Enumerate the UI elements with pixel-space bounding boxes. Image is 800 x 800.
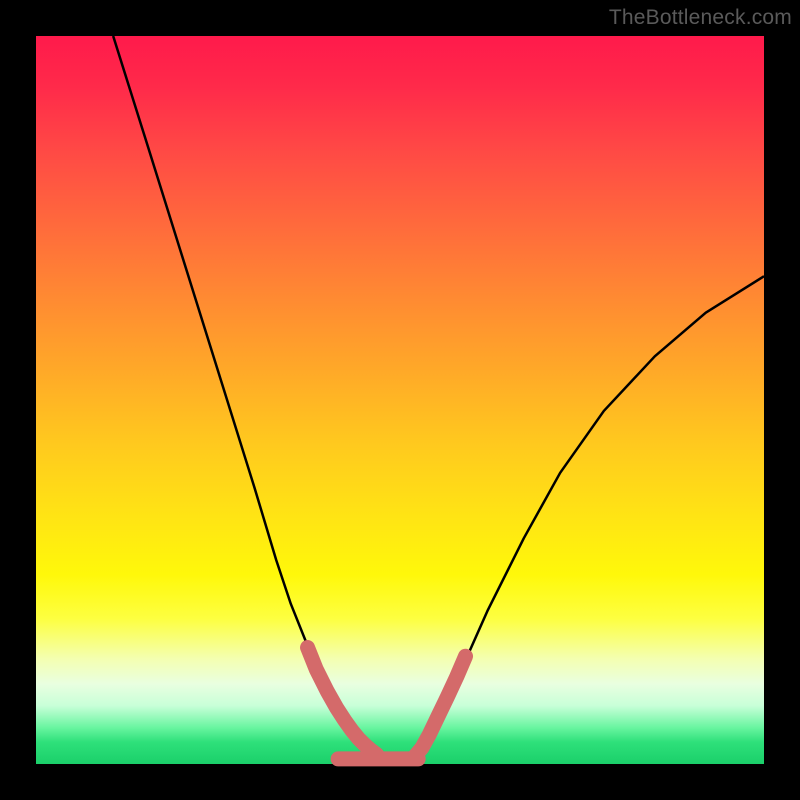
series-right-curve (420, 276, 764, 755)
plot-area (36, 36, 764, 764)
series-left-marker-band (308, 648, 377, 755)
curve-layer (36, 36, 764, 764)
watermark-text: TheBottleneck.com (609, 6, 792, 30)
series-left-curve (113, 36, 371, 755)
series-right-marker-band (415, 656, 466, 756)
chart-frame: TheBottleneck.com (0, 0, 800, 800)
